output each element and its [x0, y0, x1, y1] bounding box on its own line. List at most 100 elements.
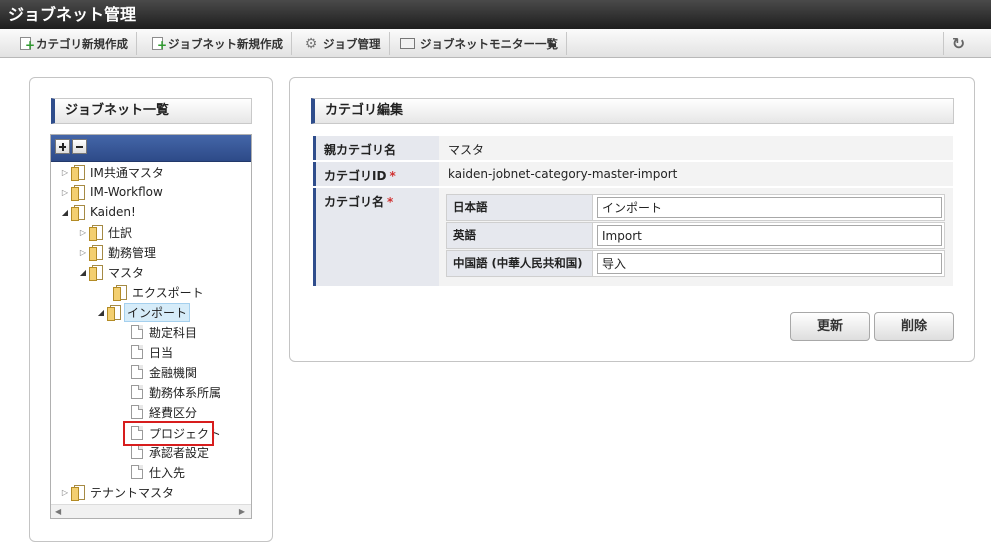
tree-toolbar [51, 135, 251, 162]
new-document-icon [152, 37, 167, 51]
delete-button[interactable]: 削除 [874, 312, 954, 341]
category-name-row: カテゴリ名* 日本語 英語 中国語 (中華人民共和国) [313, 188, 953, 286]
file-icon [131, 325, 143, 339]
file-icon [131, 385, 143, 399]
jobnet-list-title: ジョブネット一覧 [51, 98, 252, 124]
category-id-row: カテゴリID * kaiden-jobnet-category-master-im… [313, 162, 953, 186]
file-icon [131, 465, 143, 479]
file-icon [131, 445, 143, 459]
tree-node[interactable]: 日当 [131, 343, 175, 361]
locale-row-ja: 日本語 [446, 194, 945, 221]
tree-node-label[interactable]: 金融機関 [147, 364, 199, 381]
job-management-button[interactable]: ⚙ ジョブ管理 [298, 32, 390, 55]
collapse-arrow-icon[interactable]: ◢ [95, 308, 107, 317]
category-edit-title: カテゴリ編集 [311, 98, 954, 124]
parent-category-row: 親カテゴリ名 マスタ [313, 136, 953, 160]
folder-icon [89, 245, 103, 261]
tree-node-label[interactable]: 経費区分 [147, 404, 199, 421]
file-icon [131, 405, 143, 419]
locale-label-ja: 日本語 [447, 195, 593, 220]
tree-node[interactable]: エクスポート [113, 283, 206, 301]
tree-node-label[interactable]: IM共通マスタ [88, 164, 166, 181]
required-mark: * [389, 169, 396, 183]
folder-icon [71, 205, 85, 221]
jobnet-monitor-list-button[interactable]: ジョブネットモニター一覧 [394, 32, 567, 55]
folder-icon [89, 265, 103, 281]
category-name-label-text: カテゴリ名 [324, 195, 385, 209]
tree-horizontal-scrollbar[interactable]: ◀ ▶ [51, 504, 251, 518]
update-button[interactable]: 更新 [790, 312, 870, 341]
expand-arrow-icon[interactable]: ▷ [77, 248, 89, 257]
parent-category-label: 親カテゴリ名 [313, 136, 439, 160]
tree-node-label[interactable]: IM-Workflow [88, 185, 165, 199]
tree-node[interactable]: ▷ テナントマスタ [59, 483, 176, 501]
expand-arrow-icon[interactable]: ▷ [59, 188, 71, 197]
tree-node-label[interactable]: 仕入先 [147, 464, 187, 481]
tree-node[interactable]: ▷ 勤務管理 [77, 243, 158, 261]
tree-node-label[interactable]: テナントマスタ [88, 484, 176, 501]
expand-arrow-icon[interactable]: ▷ [59, 488, 71, 497]
expand-arrow-icon[interactable]: ▷ [77, 228, 89, 237]
required-mark: * [387, 195, 394, 209]
tree-node[interactable]: ◢ Kaiden! [59, 203, 138, 221]
toolbar: カテゴリ新規作成 ジョブネット新規作成 ⚙ ジョブ管理 ジョブネットモニター一覧… [0, 29, 991, 58]
tree-node-label[interactable]: 承認者設定 [147, 444, 211, 461]
parent-category-value: マスタ [448, 143, 485, 157]
job-management-label: ジョブ管理 [323, 36, 381, 51]
folder-icon [71, 485, 85, 501]
tree-node[interactable]: 勘定科目 [131, 323, 199, 341]
locale-label-en: 英語 [447, 223, 593, 248]
tree-node-label[interactable]: Kaiden! [88, 205, 138, 219]
tree-node[interactable]: 勤務体系所属 [131, 383, 223, 401]
category-name-zh-input[interactable] [597, 253, 942, 274]
tree-node[interactable]: 金融機関 [131, 363, 199, 381]
collapse-all-icon[interactable] [72, 139, 87, 154]
category-name-en-input[interactable] [597, 225, 942, 246]
folder-icon [71, 185, 85, 201]
tree-node-label[interactable]: 勘定科目 [147, 324, 199, 341]
new-category-button[interactable]: カテゴリ新規作成 [14, 32, 137, 55]
locale-label-zh: 中国語 (中華人民共和国) [447, 251, 593, 276]
file-icon [131, 365, 143, 379]
tree-node[interactable]: ▷ IM-Workflow [59, 183, 165, 201]
locale-row-zh: 中国語 (中華人民共和国) [446, 250, 945, 277]
tree-node-label[interactable]: 日当 [147, 344, 175, 361]
tree-node-label[interactable]: エクスポート [130, 284, 206, 301]
tree-node[interactable]: ◢ マスタ [77, 263, 146, 281]
category-id-value: kaiden-jobnet-category-master-import [448, 167, 678, 181]
collapse-arrow-icon[interactable]: ◢ [59, 208, 71, 217]
scroll-right-icon[interactable]: ▶ [239, 507, 245, 516]
tree-node-label[interactable]: マスタ [106, 264, 146, 281]
window-title: ジョブネット管理 [0, 0, 991, 29]
tree-node[interactable]: 経費区分 [131, 403, 199, 421]
tree-node-label[interactable]: 勤務体系所属 [147, 384, 223, 401]
tree-node-label[interactable]: インポート [124, 302, 191, 322]
gear-icon: ⚙ [304, 35, 318, 52]
tree-node[interactable]: ▷ IM共通マスタ [59, 163, 166, 181]
refresh-icon: ↻ [951, 34, 966, 53]
folder-icon [107, 305, 121, 321]
tree-node[interactable]: 仕入先 [131, 463, 187, 481]
folder-icon [71, 165, 85, 181]
scroll-left-icon[interactable]: ◀ [55, 507, 61, 516]
category-name-ja-input[interactable] [597, 197, 942, 218]
folder-icon [113, 285, 127, 301]
locale-row-en: 英語 [446, 222, 945, 249]
collapse-arrow-icon[interactable]: ◢ [77, 268, 89, 277]
category-id-label: カテゴリID * [313, 162, 439, 186]
category-id-label-text: カテゴリID [324, 169, 387, 183]
tree-node-label[interactable]: 勤務管理 [106, 244, 158, 261]
new-category-label: カテゴリ新規作成 [36, 36, 128, 51]
tree-node-selected[interactable]: ◢ インポート [95, 302, 191, 322]
monitor-icon [400, 38, 415, 49]
new-document-icon [20, 37, 35, 51]
tree-node-label[interactable]: 仕訳 [106, 224, 134, 241]
category-name-label: カテゴリ名 * [313, 188, 439, 286]
new-jobnet-button[interactable]: ジョブネット新規作成 [146, 32, 292, 55]
file-icon [131, 345, 143, 359]
tree-node[interactable]: ▷ 仕訳 [77, 223, 134, 241]
expand-all-icon[interactable] [55, 139, 70, 154]
refresh-button[interactable]: ↻ [943, 32, 973, 55]
expand-arrow-icon[interactable]: ▷ [59, 168, 71, 177]
jobnet-monitor-list-label: ジョブネットモニター一覧 [420, 36, 558, 51]
